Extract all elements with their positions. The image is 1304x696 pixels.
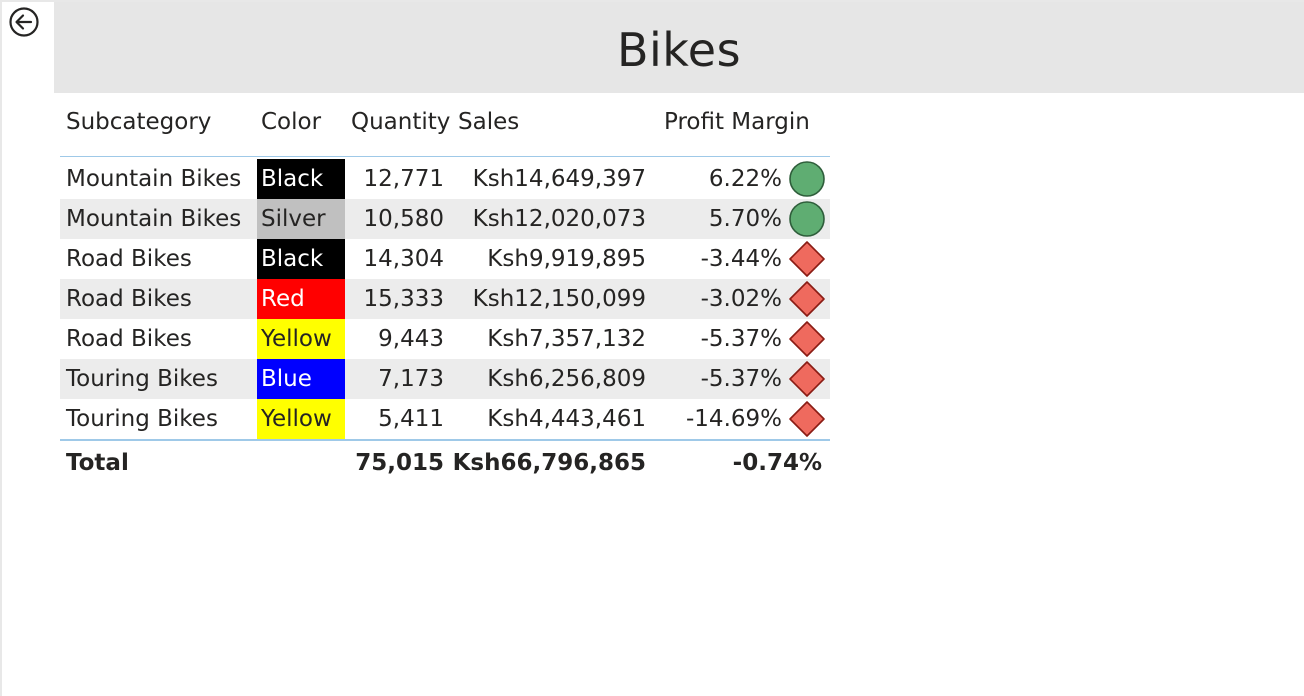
green-circle-icon xyxy=(788,200,826,238)
cell-subcategory: Touring Bikes xyxy=(60,359,257,399)
cell-subcategory: Road Bikes xyxy=(66,326,192,352)
red-diamond-icon xyxy=(788,320,826,358)
red-diamond-icon xyxy=(788,400,826,438)
table-header-row: Subcategory Color Quantity Sales Profit … xyxy=(60,96,830,156)
cell-sales: Ksh12,020,073 xyxy=(454,199,652,239)
cell-sales: Ksh9,919,895 xyxy=(487,246,646,272)
cell-color: Black xyxy=(257,239,345,279)
table-row[interactable]: Road Bikes Red 15,333 Ksh12,150,099 -3.02% xyxy=(60,279,830,319)
table-row[interactable]: Touring Bikes Blue 7,173 Ksh6,256,809 -5.37% xyxy=(60,359,830,399)
cell-color: Silver xyxy=(257,199,345,239)
profit-margin-value: -3.02% xyxy=(700,286,782,312)
cell-quantity: 9,443 xyxy=(378,326,444,352)
profit-margin-value: -5.37% xyxy=(700,326,782,352)
profit-margin-value: -3.44% xyxy=(700,246,782,272)
total-label: Total xyxy=(66,450,129,476)
back-arrow-circle-icon xyxy=(9,7,39,37)
cell-profit-margin: -3.44% xyxy=(652,239,830,279)
table-body: Mountain Bikes Black 12,771 Ksh14,649,397 6.… xyxy=(60,157,830,439)
cell-color: Yellow xyxy=(257,319,345,359)
cell-profit-margin: -3.02% xyxy=(652,279,830,319)
red-diamond-icon xyxy=(788,360,826,398)
cell-subcategory: Mountain Bikes xyxy=(60,199,257,239)
cell-sales: Ksh4,443,461 xyxy=(487,406,646,432)
total-sales: Ksh66,796,865 xyxy=(452,450,646,476)
table-total-row: Total 75,015 Ksh66,796,865 -0.74% xyxy=(60,441,830,485)
header-sales[interactable]: Sales xyxy=(454,96,652,148)
cell-quantity: 10,580 xyxy=(345,199,454,239)
header-profit-margin[interactable]: Profit Margin xyxy=(652,96,830,148)
cell-color: Red xyxy=(257,279,345,319)
cell-quantity: 7,173 xyxy=(345,359,454,399)
profit-margin-value: 5.70% xyxy=(708,206,782,232)
profit-margin-value: 6.22% xyxy=(708,166,782,192)
cell-subcategory: Touring Bikes xyxy=(66,406,218,432)
cell-sales: Ksh6,256,809 xyxy=(454,359,652,399)
header-color[interactable]: Color xyxy=(257,96,345,148)
cell-quantity: 5,411 xyxy=(378,406,444,432)
header-quantity[interactable]: Quantity xyxy=(345,96,454,148)
bikes-table[interactable]: Subcategory Color Quantity Sales Profit … xyxy=(60,96,830,485)
cell-profit-margin: -14.69% xyxy=(652,399,830,439)
cell-sales: Ksh7,357,132 xyxy=(487,326,646,352)
cell-profit-margin: -5.37% xyxy=(652,359,830,399)
cell-color: Blue xyxy=(257,359,345,399)
cell-quantity: 12,771 xyxy=(363,166,444,192)
table-row[interactable]: Mountain Bikes Silver 10,580 Ksh12,020,073 5… xyxy=(60,199,830,239)
cell-sales: Ksh12,150,099 xyxy=(454,279,652,319)
total-quantity: 75,015 xyxy=(355,450,444,476)
cell-sales: Ksh14,649,397 xyxy=(472,166,646,192)
total-profit-margin: -0.74% xyxy=(732,450,822,476)
cell-profit-margin: 5.70% xyxy=(652,199,830,239)
cell-subcategory: Road Bikes xyxy=(60,279,257,319)
total-color xyxy=(257,441,345,485)
profit-margin-value: -5.37% xyxy=(700,366,782,392)
red-diamond-icon xyxy=(788,280,826,318)
cell-profit-margin: 6.22% xyxy=(652,159,830,199)
profit-margin-value: -14.69% xyxy=(686,406,782,432)
table-row[interactable]: Road Bikes Black 14,304 Ksh9,919,895 -3.44% xyxy=(60,239,830,279)
red-diamond-icon xyxy=(788,240,826,278)
cell-subcategory: Road Bikes xyxy=(66,246,192,272)
cell-color: Black xyxy=(257,159,345,199)
header-subcategory[interactable]: Subcategory xyxy=(60,96,257,148)
cell-quantity: 14,304 xyxy=(363,246,444,272)
table-row[interactable]: Mountain Bikes Black 12,771 Ksh14,649,397 6.… xyxy=(60,159,830,199)
page-title: Bikes xyxy=(616,22,742,77)
table-row[interactable]: Touring Bikes Yellow 5,411 Ksh4,443,461 -14.… xyxy=(60,399,830,439)
back-button[interactable] xyxy=(8,6,40,38)
page-title-bar: Bikes xyxy=(54,2,1304,93)
cell-quantity: 15,333 xyxy=(345,279,454,319)
green-circle-icon xyxy=(788,160,826,198)
table-row[interactable]: Road Bikes Yellow 9,443 Ksh7,357,132 -5.37% xyxy=(60,319,830,359)
cell-subcategory: Mountain Bikes xyxy=(66,166,242,192)
cell-color: Yellow xyxy=(257,399,345,439)
cell-profit-margin: -5.37% xyxy=(652,319,830,359)
